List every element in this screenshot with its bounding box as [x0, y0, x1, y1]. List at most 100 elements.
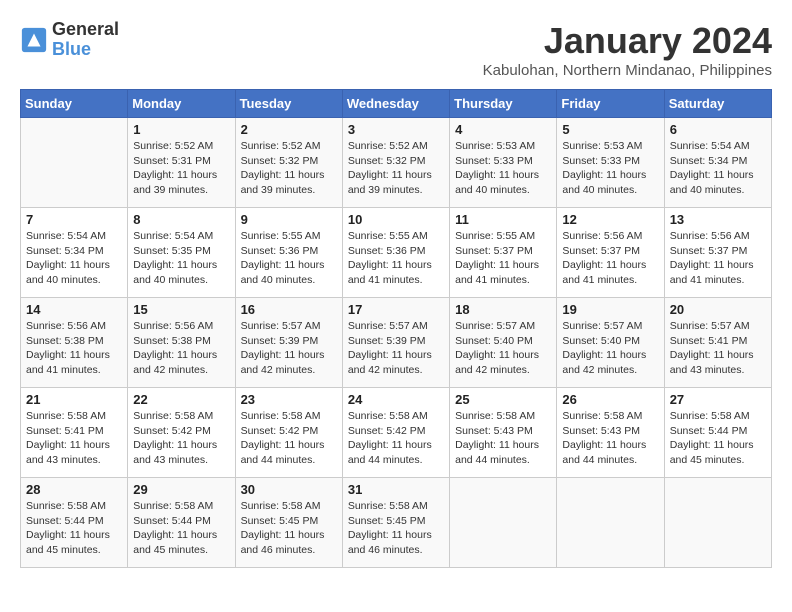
day-number: 8 [133, 212, 229, 227]
logo-icon [20, 26, 48, 54]
logo-text: General Blue [52, 20, 119, 60]
calendar-table: SundayMondayTuesdayWednesdayThursdayFrid… [20, 89, 772, 568]
calendar-day-cell [450, 478, 557, 568]
calendar-day-cell: 26 Sunrise: 5:58 AM Sunset: 5:43 PM Dayli… [557, 388, 664, 478]
day-info: Sunrise: 5:52 AM Sunset: 5:32 PM Dayligh… [241, 139, 337, 198]
day-info: Sunrise: 5:55 AM Sunset: 5:37 PM Dayligh… [455, 229, 551, 288]
calendar-day-cell: 9 Sunrise: 5:55 AM Sunset: 5:36 PM Daylig… [235, 208, 342, 298]
logo: General Blue [20, 20, 119, 60]
day-info: Sunrise: 5:54 AM Sunset: 5:34 PM Dayligh… [26, 229, 122, 288]
calendar-day-cell: 12 Sunrise: 5:56 AM Sunset: 5:37 PM Dayli… [557, 208, 664, 298]
calendar-day-cell: 11 Sunrise: 5:55 AM Sunset: 5:37 PM Dayli… [450, 208, 557, 298]
logo-line2: Blue [52, 39, 91, 59]
day-number: 13 [670, 212, 766, 227]
day-info: Sunrise: 5:57 AM Sunset: 5:40 PM Dayligh… [455, 319, 551, 378]
calendar-day-cell: 23 Sunrise: 5:58 AM Sunset: 5:42 PM Dayli… [235, 388, 342, 478]
title-block: January 2024 Kabulohan, Northern Mindana… [483, 20, 772, 79]
day-number: 31 [348, 482, 444, 497]
day-number: 25 [455, 392, 551, 407]
day-number: 11 [455, 212, 551, 227]
day-number: 10 [348, 212, 444, 227]
weekday-header-monday: Monday [128, 90, 235, 118]
day-number: 3 [348, 122, 444, 137]
calendar-day-cell: 25 Sunrise: 5:58 AM Sunset: 5:43 PM Dayli… [450, 388, 557, 478]
day-number: 19 [562, 302, 658, 317]
day-number: 30 [241, 482, 337, 497]
day-info: Sunrise: 5:58 AM Sunset: 5:44 PM Dayligh… [133, 499, 229, 558]
calendar-day-cell [21, 118, 128, 208]
day-info: Sunrise: 5:58 AM Sunset: 5:42 PM Dayligh… [348, 409, 444, 468]
day-info: Sunrise: 5:58 AM Sunset: 5:45 PM Dayligh… [348, 499, 444, 558]
day-number: 1 [133, 122, 229, 137]
calendar-week-row: 21 Sunrise: 5:58 AM Sunset: 5:41 PM Dayli… [21, 388, 772, 478]
day-info: Sunrise: 5:55 AM Sunset: 5:36 PM Dayligh… [241, 229, 337, 288]
day-info: Sunrise: 5:58 AM Sunset: 5:43 PM Dayligh… [562, 409, 658, 468]
calendar-day-cell: 10 Sunrise: 5:55 AM Sunset: 5:36 PM Dayli… [342, 208, 449, 298]
calendar-day-cell: 19 Sunrise: 5:57 AM Sunset: 5:40 PM Dayli… [557, 298, 664, 388]
calendar-day-cell [664, 478, 771, 568]
calendar-day-cell: 27 Sunrise: 5:58 AM Sunset: 5:44 PM Dayli… [664, 388, 771, 478]
calendar-day-cell: 24 Sunrise: 5:58 AM Sunset: 5:42 PM Dayli… [342, 388, 449, 478]
day-number: 21 [26, 392, 122, 407]
day-number: 27 [670, 392, 766, 407]
day-info: Sunrise: 5:52 AM Sunset: 5:31 PM Dayligh… [133, 139, 229, 198]
calendar-day-cell [557, 478, 664, 568]
day-number: 4 [455, 122, 551, 137]
calendar-week-row: 7 Sunrise: 5:54 AM Sunset: 5:34 PM Daylig… [21, 208, 772, 298]
day-info: Sunrise: 5:57 AM Sunset: 5:40 PM Dayligh… [562, 319, 658, 378]
day-info: Sunrise: 5:56 AM Sunset: 5:38 PM Dayligh… [26, 319, 122, 378]
day-info: Sunrise: 5:58 AM Sunset: 5:45 PM Dayligh… [241, 499, 337, 558]
day-number: 28 [26, 482, 122, 497]
calendar-day-cell: 3 Sunrise: 5:52 AM Sunset: 5:32 PM Daylig… [342, 118, 449, 208]
day-number: 24 [348, 392, 444, 407]
day-info: Sunrise: 5:55 AM Sunset: 5:36 PM Dayligh… [348, 229, 444, 288]
calendar-day-cell: 28 Sunrise: 5:58 AM Sunset: 5:44 PM Dayli… [21, 478, 128, 568]
calendar-day-cell: 22Sunrise: 5:58 AM Sunset: 5:42 PM Dayli… [128, 388, 235, 478]
calendar-week-row: 1 Sunrise: 5:52 AM Sunset: 5:31 PM Daylig… [21, 118, 772, 208]
day-number: 26 [562, 392, 658, 407]
day-info: Sunrise: 5:58 AM Sunset: 5:42 PM Dayligh… [241, 409, 337, 468]
day-number: 6 [670, 122, 766, 137]
day-number: 20 [670, 302, 766, 317]
calendar-day-cell: 31 Sunrise: 5:58 AM Sunset: 5:45 PM Dayli… [342, 478, 449, 568]
calendar-day-cell: 15Sunrise: 5:56 AM Sunset: 5:38 PM Dayli… [128, 298, 235, 388]
day-info: Sunrise: 5:58 AM Sunset: 5:41 PM Dayligh… [26, 409, 122, 468]
day-info: Sunrise: 5:54 AM Sunset: 5:34 PM Dayligh… [670, 139, 766, 198]
day-number: 15 [133, 302, 229, 317]
day-info: Sunrise: 5:56 AM Sunset: 5:37 PM Dayligh… [670, 229, 766, 288]
calendar-day-cell: 1 Sunrise: 5:52 AM Sunset: 5:31 PM Daylig… [128, 118, 235, 208]
calendar-day-cell: 2 Sunrise: 5:52 AM Sunset: 5:32 PM Daylig… [235, 118, 342, 208]
day-number: 12 [562, 212, 658, 227]
weekday-header-friday: Friday [557, 90, 664, 118]
day-number: 2 [241, 122, 337, 137]
day-info: Sunrise: 5:54 AM Sunset: 5:35 PM Dayligh… [133, 229, 229, 288]
day-info: Sunrise: 5:58 AM Sunset: 5:44 PM Dayligh… [670, 409, 766, 468]
calendar-day-cell: 16Sunrise: 5:57 AM Sunset: 5:39 PM Dayli… [235, 298, 342, 388]
calendar-day-cell: 20Sunrise: 5:57 AM Sunset: 5:41 PM Dayli… [664, 298, 771, 388]
day-number: 16 [241, 302, 337, 317]
calendar-day-cell: 14 Sunrise: 5:56 AM Sunset: 5:38 PM Dayli… [21, 298, 128, 388]
day-info: Sunrise: 5:52 AM Sunset: 5:32 PM Dayligh… [348, 139, 444, 198]
day-info: Sunrise: 5:58 AM Sunset: 5:44 PM Dayligh… [26, 499, 122, 558]
day-number: 17 [348, 302, 444, 317]
day-number: 9 [241, 212, 337, 227]
weekday-header-wednesday: Wednesday [342, 90, 449, 118]
day-number: 5 [562, 122, 658, 137]
calendar-day-cell: 8 Sunrise: 5:54 AM Sunset: 5:35 PM Daylig… [128, 208, 235, 298]
calendar-day-cell: 17Sunrise: 5:57 AM Sunset: 5:39 PM Dayli… [342, 298, 449, 388]
day-number: 14 [26, 302, 122, 317]
day-info: Sunrise: 5:58 AM Sunset: 5:42 PM Dayligh… [133, 409, 229, 468]
calendar-day-cell: 13 Sunrise: 5:56 AM Sunset: 5:37 PM Dayli… [664, 208, 771, 298]
day-number: 23 [241, 392, 337, 407]
calendar-day-cell: 30 Sunrise: 5:58 AM Sunset: 5:45 PM Dayli… [235, 478, 342, 568]
weekday-header-tuesday: Tuesday [235, 90, 342, 118]
calendar-day-cell: 6 Sunrise: 5:54 AM Sunset: 5:34 PM Daylig… [664, 118, 771, 208]
month-title: January 2024 [483, 20, 772, 62]
logo-line1: General [52, 20, 119, 40]
day-info: Sunrise: 5:58 AM Sunset: 5:43 PM Dayligh… [455, 409, 551, 468]
day-number: 7 [26, 212, 122, 227]
calendar-day-cell: 4Sunrise: 5:53 AM Sunset: 5:33 PM Daylig… [450, 118, 557, 208]
calendar-day-cell: 7 Sunrise: 5:54 AM Sunset: 5:34 PM Daylig… [21, 208, 128, 298]
day-info: Sunrise: 5:56 AM Sunset: 5:37 PM Dayligh… [562, 229, 658, 288]
page-header: General Blue January 2024 Kabulohan, Nor… [20, 20, 772, 79]
